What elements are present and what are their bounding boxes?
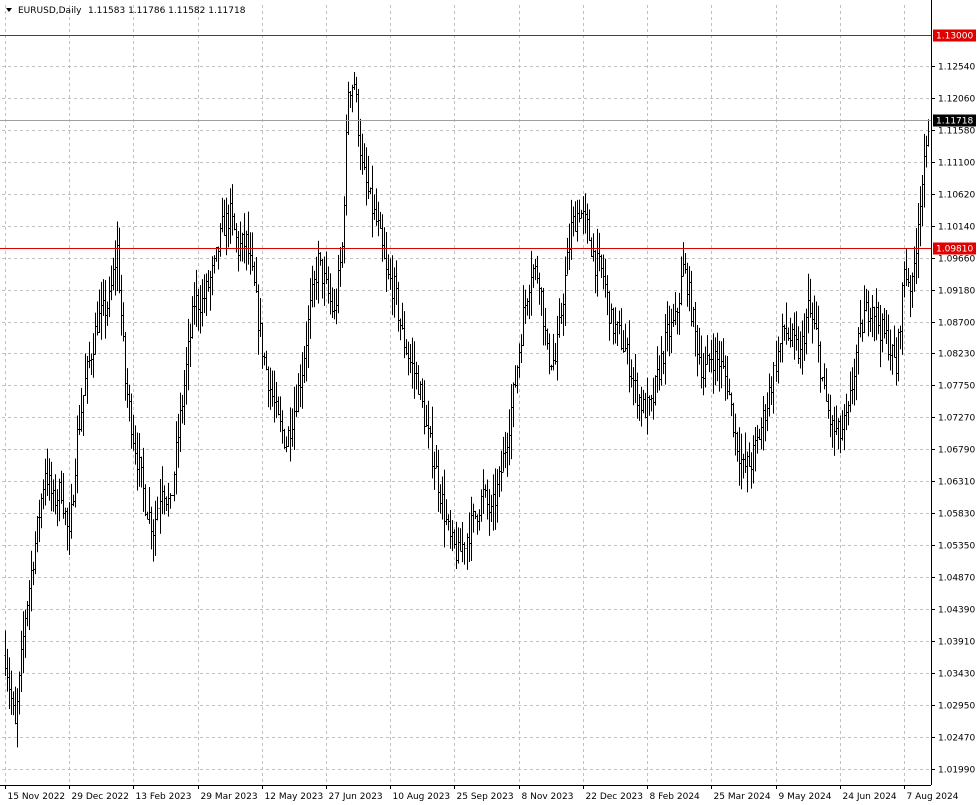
x-tick-label: 25 Mar 2024: [714, 792, 771, 802]
y-tick-label: 1.11100: [938, 159, 975, 169]
y-tick-label: 1.08230: [938, 350, 975, 360]
y-tick-label: 1.06310: [938, 478, 975, 488]
x-tick-label: 25 Sep 2023: [457, 792, 514, 802]
y-tick-label: 1.10620: [938, 191, 975, 201]
x-tick-label: 29 Dec 2022: [72, 792, 130, 802]
x-tick-label: 12 May 2023: [265, 792, 324, 802]
y-tick-label: 1.02950: [938, 702, 975, 712]
y-tick-label: 1.09180: [938, 287, 975, 297]
x-tick-label: 8 Feb 2024: [650, 792, 701, 802]
y-tick-label: 1.05830: [938, 510, 975, 520]
current-price-label: 1.11718: [936, 117, 973, 127]
y-tick-label: 1.01990: [938, 766, 975, 776]
level-tag-label: 1.13000: [936, 32, 973, 42]
y-tick-label: 1.05350: [938, 542, 975, 552]
y-tick-label: 1.03910: [938, 638, 975, 648]
level-tag-label: 1.09810: [936, 245, 973, 255]
x-tick-label: 29 Mar 2023: [201, 792, 258, 802]
y-tick-label: 1.08700: [938, 319, 975, 329]
symbol-label: EURUSD,Daily: [18, 6, 82, 16]
y-tick-label: 1.02470: [938, 734, 975, 744]
y-tick-label: 1.12060: [938, 95, 975, 105]
y-tick-label: 1.04390: [938, 606, 975, 616]
x-tick-label: 15 Nov 2022: [8, 792, 66, 802]
y-tick-label: 1.04870: [938, 574, 975, 584]
x-tick-label: 9 May 2024: [779, 792, 832, 802]
y-tick-label: 1.03430: [938, 670, 975, 680]
x-tick-label: 10 Aug 2023: [393, 792, 451, 802]
chart-header: EURUSD,Daily 1.11583 1.11786 1.11582 1.1…: [6, 6, 246, 16]
y-tick-label: 1.07270: [938, 414, 975, 424]
y-tick-label: 1.10140: [938, 223, 975, 233]
y-tick-label: 1.11580: [938, 127, 975, 137]
y-tick-label: 1.07750: [938, 382, 975, 392]
x-tick-label: 24 Jun 2024: [843, 792, 897, 802]
y-tick-label: 1.06790: [938, 446, 975, 456]
x-tick-label: 13 Feb 2023: [136, 792, 192, 802]
y-tick-label: 1.09660: [938, 255, 975, 265]
ohlc-label: 1.11583 1.11786 1.11582 1.11718: [88, 6, 246, 16]
x-tick-label: 22 Dec 2023: [586, 792, 644, 802]
x-tick-label: 27 Jun 2023: [329, 792, 383, 802]
x-tick-label: 7 Aug 2024: [907, 792, 959, 802]
x-tick-label: 8 Nov 2023: [522, 792, 574, 802]
y-tick-label: 1.12540: [938, 63, 975, 73]
price-chart[interactable]: 1.12540 1.12060 1.11580 1.11100 1.10620 1.101…: [0, 0, 978, 805]
